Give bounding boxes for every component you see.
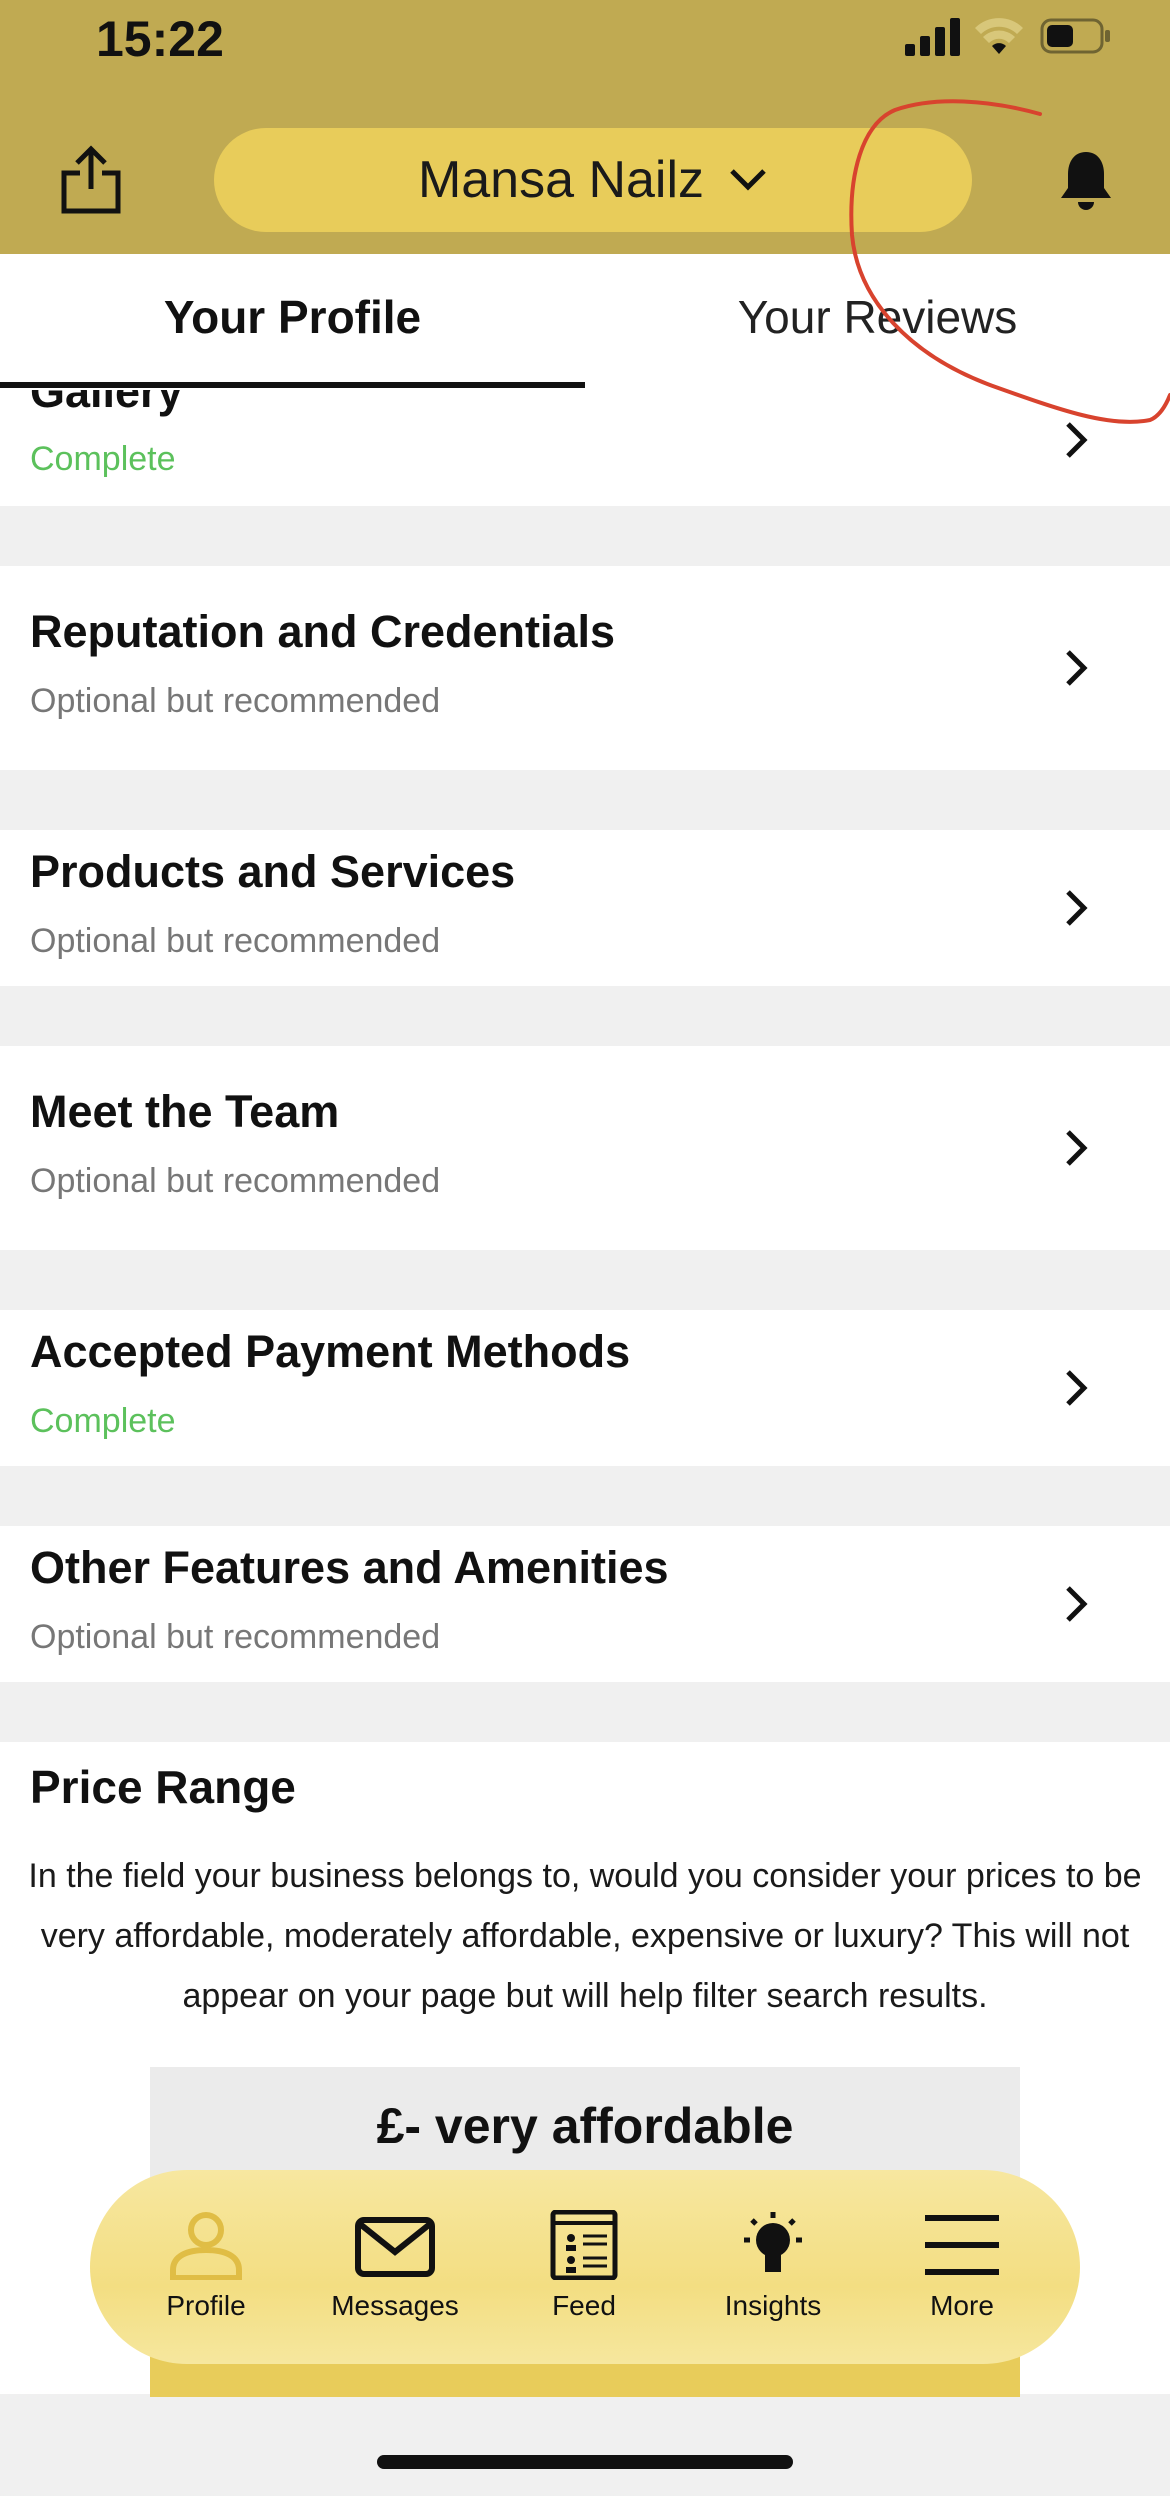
nav-label: Insights <box>724 2290 822 2321</box>
chevron-right-icon <box>1066 1370 1088 1406</box>
section-title: Other Features and Amenities <box>30 1542 669 1593</box>
account-name: Mansa Nailz <box>417 151 705 209</box>
share-icon[interactable] <box>60 145 122 215</box>
cellular-signal-icon <box>905 18 960 56</box>
section-other-features-amenities[interactable]: Other Features and Amenities Optional bu… <box>0 1526 1170 1682</box>
tab-your-profile[interactable]: Your Profile <box>0 254 585 390</box>
section-meet-the-team[interactable]: Meet the Team Optional but recommended <box>0 1046 1170 1250</box>
section-status: Optional but recommended <box>30 682 441 720</box>
profile-tabs: Your Profile Your Reviews <box>0 254 1170 390</box>
home-indicator <box>377 2455 793 2469</box>
battery-icon <box>1040 18 1110 54</box>
chevron-right-icon <box>1066 890 1088 926</box>
envelope-icon <box>355 2217 435 2277</box>
section-products-services[interactable]: Products and Services Optional but recom… <box>0 830 1170 986</box>
nav-label: Feed <box>552 2290 616 2321</box>
price-range-description: In the field your business belongs to, w… <box>28 1857 1142 2015</box>
section-status: Optional but recommended <box>30 1162 441 1200</box>
section-title: Reputation and Credentials <box>30 606 616 657</box>
section-status: Complete <box>30 440 176 478</box>
section-status: Optional but recommended <box>30 922 441 960</box>
profile-icon <box>170 2212 242 2280</box>
section-gallery[interactable]: Gallery Complete <box>0 390 1170 506</box>
section-title: Gallery <box>30 390 183 417</box>
nav-feed[interactable]: Feed <box>499 2210 669 2350</box>
section-status: Optional but recommended <box>30 1618 441 1656</box>
chevron-down-icon <box>730 169 766 191</box>
nav-messages[interactable]: Messages <box>310 2210 480 2350</box>
section-reputation-credentials[interactable]: Reputation and Credentials Optional but … <box>0 566 1170 770</box>
nav-insights[interactable]: Insights <box>688 2210 858 2350</box>
chevron-right-icon <box>1066 1586 1088 1622</box>
account-switcher[interactable]: Mansa Nailz <box>214 128 972 232</box>
nav-label: Messages <box>331 2290 459 2321</box>
section-status: Complete <box>30 1402 176 1440</box>
chevron-right-icon <box>1066 1130 1088 1166</box>
feed-icon <box>550 2210 618 2280</box>
chevron-right-icon <box>1066 650 1088 686</box>
menu-icon <box>925 2215 999 2275</box>
tab-your-reviews[interactable]: Your Reviews <box>585 254 1170 390</box>
nav-label: More <box>930 2290 994 2321</box>
app-header: 15:22 Mansa Nailz <box>0 0 1170 254</box>
wifi-icon <box>975 18 1023 54</box>
lightbulb-icon <box>744 2212 802 2272</box>
section-accepted-payment-methods[interactable]: Accepted Payment Methods Complete <box>0 1310 1170 1466</box>
chevron-right-icon <box>1066 422 1088 458</box>
active-tab-indicator <box>0 382 585 388</box>
nav-more[interactable]: More <box>877 2210 1047 2350</box>
section-title: Products and Services <box>30 846 516 897</box>
nav-label: Profile <box>166 2290 246 2321</box>
section-title: Accepted Payment Methods <box>30 1326 631 1377</box>
bottom-navigation: Profile Messages Feed Insights More <box>90 2170 1080 2364</box>
price-option-selected[interactable]: £- very affordable <box>150 2097 1020 2155</box>
price-range-title: Price Range <box>30 1761 296 1813</box>
bell-icon[interactable] <box>1058 148 1114 212</box>
nav-profile[interactable]: Profile <box>121 2210 291 2350</box>
section-title: Meet the Team <box>30 1086 340 1137</box>
status-time: 15:22 <box>96 11 224 67</box>
